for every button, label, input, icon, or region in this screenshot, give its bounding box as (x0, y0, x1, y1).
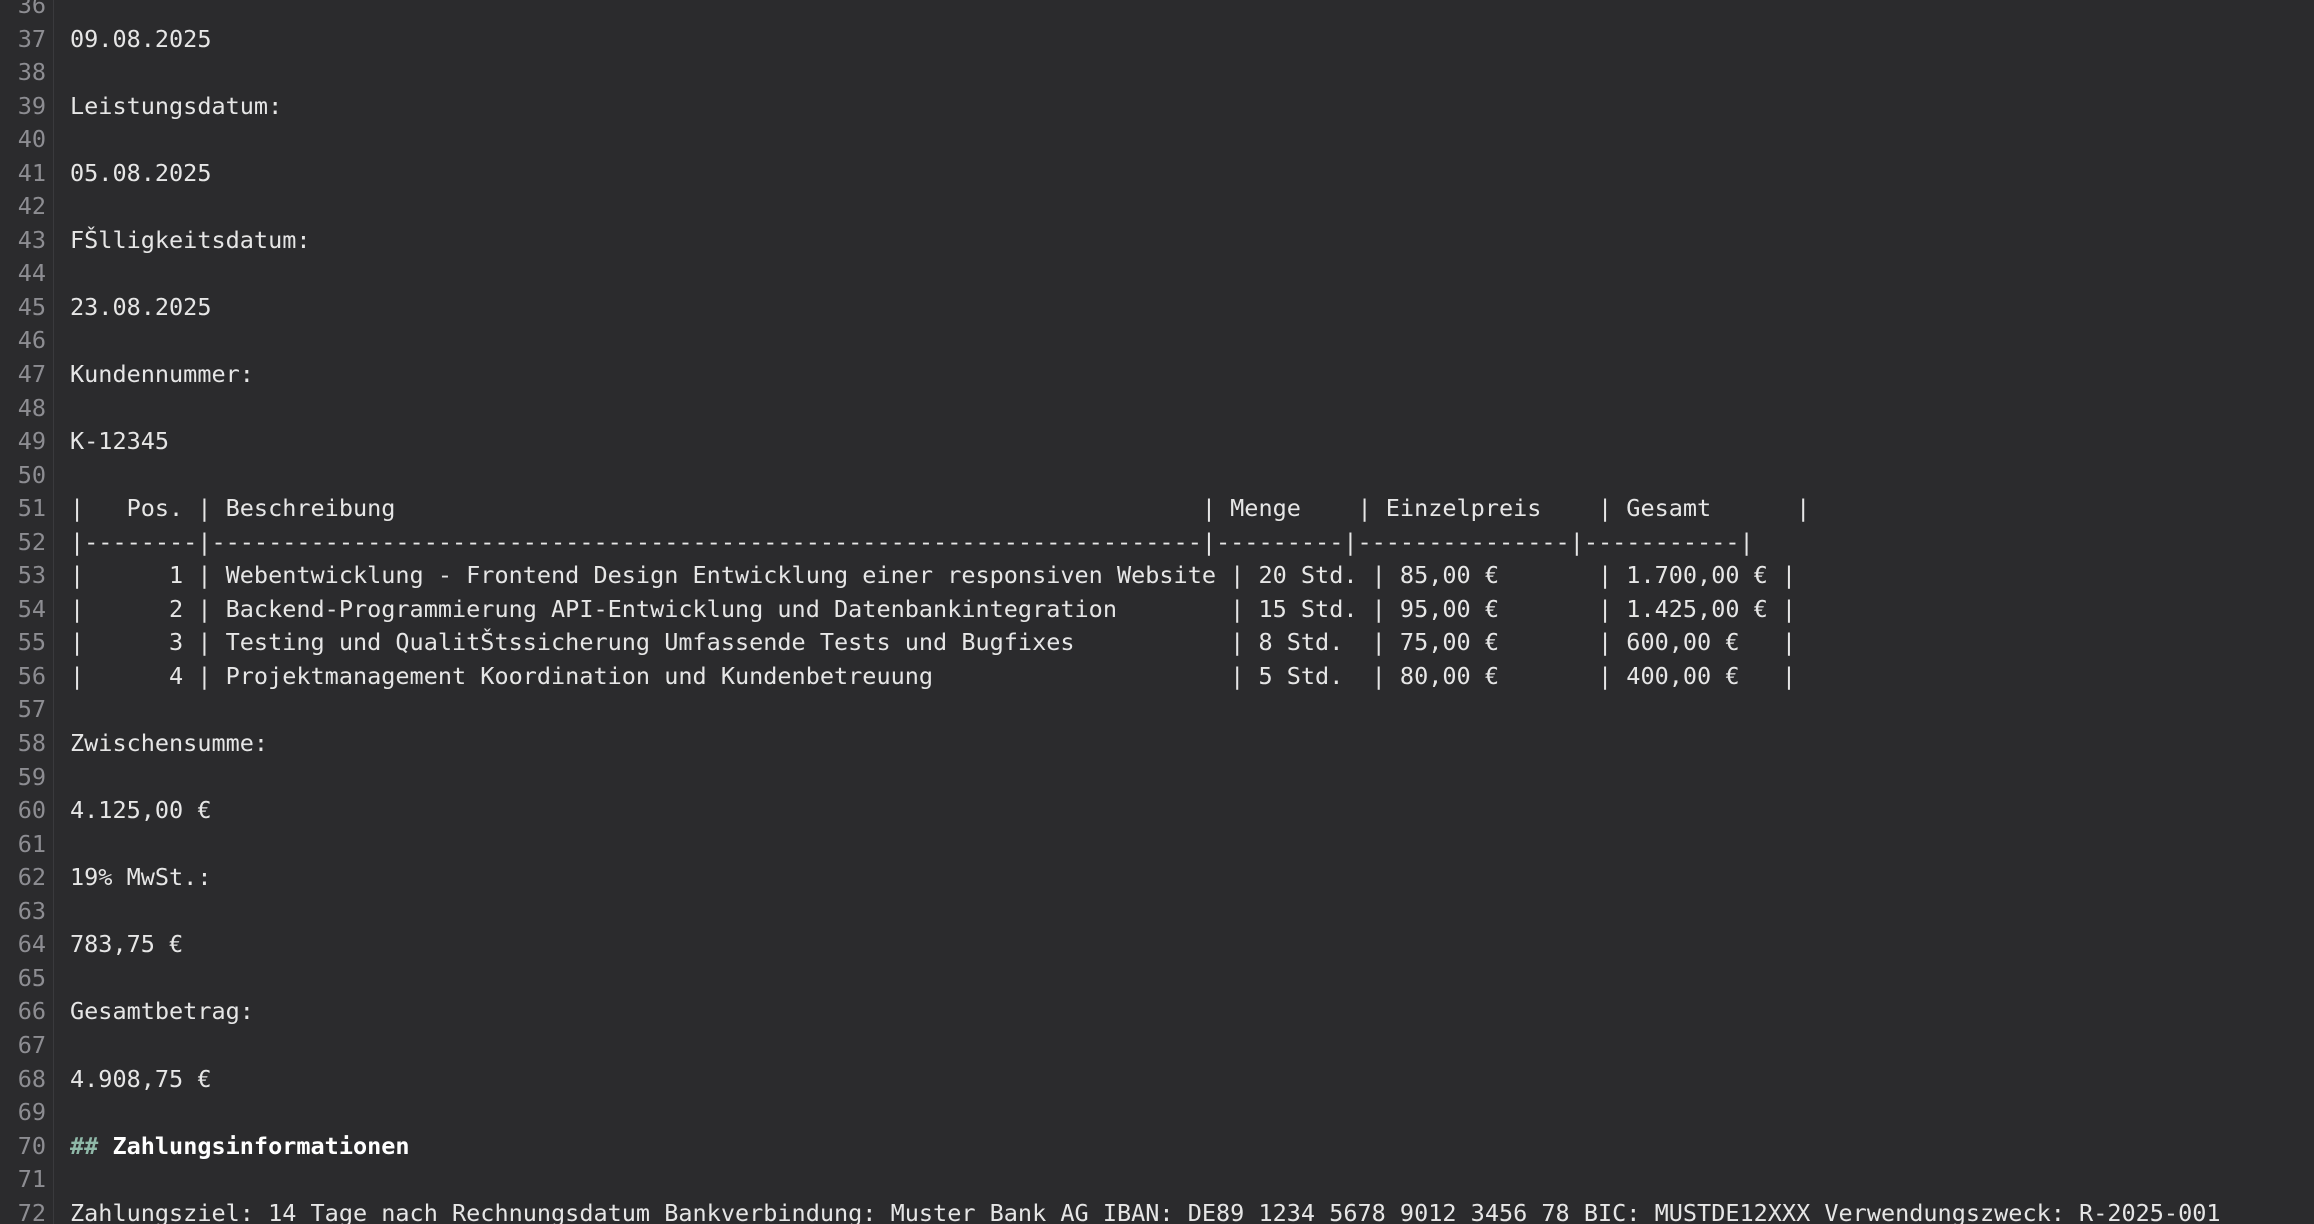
line-number: 42 (17, 192, 46, 221)
line-number: 47 (17, 360, 46, 389)
editor-lines[interactable]: 36 37 09.08.2025 38 39 Leistungsdatum: 40 … (0, 0, 2314, 1224)
editor-line[interactable]: 42 (0, 190, 2314, 224)
line-number: 52 (17, 527, 46, 556)
table-header-line[interactable]: 51 | Pos. | Beschreibung | Menge | Einzel… (0, 492, 2314, 526)
editor-line[interactable]: 44 (0, 257, 2314, 291)
editor-line[interactable]: 41 05.08.2025 (0, 157, 2314, 191)
line-text[interactable]: ## Zahlungsinformationen (70, 1130, 410, 1164)
line-text[interactable]: 09.08.2025 (70, 23, 211, 57)
editor-line[interactable]: 58 Zwischensumme: (0, 727, 2314, 761)
line-number: 59 (17, 762, 46, 791)
table-separator-line[interactable]: 52 |--------|----------------------------… (0, 526, 2314, 560)
line-number: 43 (17, 225, 46, 254)
line-text[interactable]: 4.908,75 € (70, 1063, 211, 1097)
line-number: 53 (17, 561, 46, 590)
line-number: 39 (17, 91, 46, 120)
table-row[interactable]: 53 | 1 | Webentwicklung - Frontend Design… (0, 559, 2314, 593)
editor-line[interactable]: 60 4.125,00 € (0, 794, 2314, 828)
line-number: 64 (17, 930, 46, 959)
editor-line[interactable]: 37 09.08.2025 (0, 23, 2314, 57)
line-number: 49 (17, 427, 46, 456)
editor-line[interactable]: 49 K-12345 (0, 425, 2314, 459)
line-text[interactable]: 05.08.2025 (70, 157, 211, 191)
line-text[interactable]: Gesamtbetrag: (70, 995, 254, 1029)
line-text[interactable]: 19% MwSt.: (70, 861, 211, 895)
code-editor[interactable]: 36 37 09.08.2025 38 39 Leistungsdatum: 40 … (0, 0, 2314, 1224)
editor-line[interactable]: 45 23.08.2025 (0, 291, 2314, 325)
line-text[interactable]: | Pos. | Beschreibung | Menge | Einzelpr… (70, 492, 1810, 526)
line-number: 45 (17, 292, 46, 321)
editor-line[interactable]: 46 (0, 324, 2314, 358)
editor-line[interactable]: 57 (0, 693, 2314, 727)
editor-line[interactable]: 69 (0, 1096, 2314, 1130)
editor-line[interactable]: 40 (0, 123, 2314, 157)
heading-text: Zahlungsinformationen (112, 1131, 410, 1160)
editor-line[interactable]: 39 Leistungsdatum: (0, 90, 2314, 124)
line-text[interactable]: |--------|------------------------------… (70, 526, 1754, 560)
line-number: 66 (17, 997, 46, 1026)
line-number: 56 (17, 661, 46, 690)
line-text[interactable]: Kundennummer: (70, 358, 254, 392)
editor-line[interactable]: 61 (0, 828, 2314, 862)
line-number: 44 (17, 259, 46, 288)
line-text[interactable]: Zwischensumme: (70, 727, 268, 761)
table-row[interactable]: 54 | 2 | Backend-Programmierung API-Entwi… (0, 593, 2314, 627)
line-number: 70 (17, 1131, 46, 1160)
editor-line[interactable]: 59 (0, 761, 2314, 795)
table-row[interactable]: 56 | 4 | Projektmanagement Koordination u… (0, 660, 2314, 694)
editor-line[interactable]: 72 Zahlungsziel: 14 Tage nach Rechnungsda… (0, 1197, 2314, 1224)
line-text[interactable]: | 1 | Webentwicklung - Frontend Design E… (70, 559, 1796, 593)
line-text[interactable]: | 4 | Projektmanagement Koordination und… (70, 660, 1796, 694)
line-number: 40 (17, 125, 46, 154)
line-number: 71 (17, 1165, 46, 1194)
line-number: 72 (17, 1198, 46, 1224)
line-text[interactable]: 783,75 € (70, 928, 183, 962)
line-number: 62 (17, 863, 46, 892)
editor-line[interactable]: 62 19% MwSt.: (0, 861, 2314, 895)
editor-line[interactable]: 63 (0, 895, 2314, 929)
line-number: 58 (17, 729, 46, 758)
line-number: 51 (17, 494, 46, 523)
line-number: 46 (17, 326, 46, 355)
table-row[interactable]: 55 | 3 | Testing und QualitŠtssicherung U… (0, 626, 2314, 660)
line-text[interactable]: 23.08.2025 (70, 291, 211, 325)
line-text[interactable]: | 2 | Backend-Programmierung API-Entwick… (70, 593, 1796, 627)
editor-line[interactable]: 43 FŠlligkeitsdatum: (0, 224, 2314, 258)
editor-line[interactable]: 66 Gesamtbetrag: (0, 995, 2314, 1029)
line-number: 60 (17, 796, 46, 825)
editor-line[interactable]: 36 (0, 0, 2314, 23)
editor-line[interactable]: 48 (0, 392, 2314, 426)
line-number: 50 (17, 460, 46, 489)
line-text[interactable]: K-12345 (70, 425, 169, 459)
line-number: 54 (17, 594, 46, 623)
editor-line[interactable]: 68 4.908,75 € (0, 1063, 2314, 1097)
editor-line[interactable]: 50 (0, 459, 2314, 493)
line-text[interactable]: Leistungsdatum: (70, 90, 282, 124)
line-number: 55 (17, 628, 46, 657)
editor-line[interactable]: 71 (0, 1163, 2314, 1197)
line-text[interactable]: | 3 | Testing und QualitŠtssicherung Umf… (70, 626, 1796, 660)
editor-line[interactable]: 47 Kundennummer: (0, 358, 2314, 392)
line-number: 57 (17, 695, 46, 724)
line-text[interactable]: 4.125,00 € (70, 794, 211, 828)
line-number: 69 (17, 1098, 46, 1127)
heading-marker: ## (70, 1131, 99, 1160)
line-number: 68 (17, 1064, 46, 1093)
line-number: 38 (17, 58, 46, 87)
line-number: 63 (17, 896, 46, 925)
line-number: 67 (17, 1030, 46, 1059)
editor-line[interactable]: 65 (0, 962, 2314, 996)
markdown-heading-line[interactable]: 70 ## Zahlungsinformationen (0, 1130, 2314, 1164)
editor-line[interactable]: 38 (0, 56, 2314, 90)
line-number: 41 (17, 158, 46, 187)
line-text[interactable]: Zahlungsziel: 14 Tage nach Rechnungsdatu… (70, 1197, 2221, 1224)
editor-line[interactable]: 67 (0, 1029, 2314, 1063)
line-number: 48 (17, 393, 46, 422)
editor-line[interactable]: 64 783,75 € (0, 928, 2314, 962)
line-number: 65 (17, 963, 46, 992)
line-number: 61 (17, 829, 46, 858)
line-number: 36 (17, 0, 46, 19)
line-number: 37 (17, 24, 46, 53)
line-text[interactable]: FŠlligkeitsdatum: (70, 224, 311, 258)
